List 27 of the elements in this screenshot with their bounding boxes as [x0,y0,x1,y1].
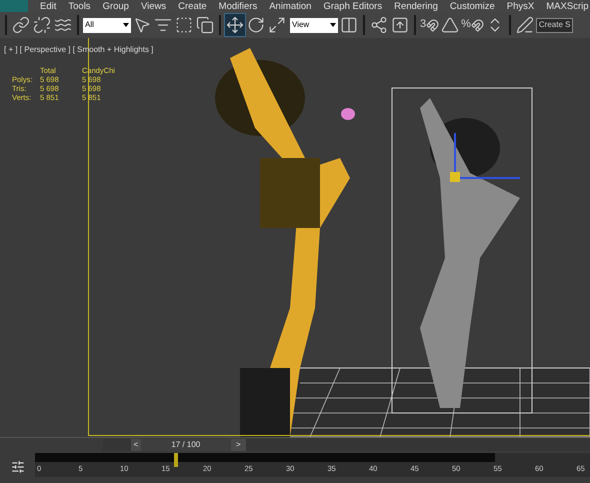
menu-item[interactable]: Create [178,1,207,12]
curve-editor-icon[interactable] [10,460,24,474]
menu-item[interactable]: Views [140,1,166,12]
menu-item[interactable]: PhysX [506,1,534,12]
previous-frame-button[interactable]: < [130,438,141,450]
menu-item[interactable]: MAXScrip [546,1,588,12]
menu-item[interactable]: Modifiers [218,1,258,12]
next-frame-button[interactable]: > [230,438,246,450]
menu-item[interactable]: Animation [269,1,312,12]
unlink-icon[interactable] [32,14,52,36]
window-crossing-icon[interactable] [195,14,215,36]
menu-item[interactable]: Rendering [394,1,438,12]
coordinate-system-dropdown[interactable]: View [290,18,338,32]
move-icon[interactable] [225,14,245,36]
selection-filter-dropdown[interactable]: All [83,18,131,32]
menu-item[interactable]: Tools [68,1,91,12]
menu-item[interactable]: Customize [450,1,495,12]
menu-item[interactable]: Group [102,1,129,12]
time-slider-track[interactable]: < 17 / 100 > [103,438,590,450]
menu-item[interactable]: Edit [40,1,56,12]
current-frame-marker[interactable] [174,453,178,467]
menu-item[interactable]: Graph Editors [323,1,382,12]
edit-named-sets-icon[interactable] [514,14,535,36]
named-selection-field[interactable]: Create S [536,18,574,32]
manipulate-icon[interactable] [369,14,389,36]
link-icon[interactable] [11,14,31,36]
time-slider-thumb[interactable]: 17 / 100 [140,438,231,450]
